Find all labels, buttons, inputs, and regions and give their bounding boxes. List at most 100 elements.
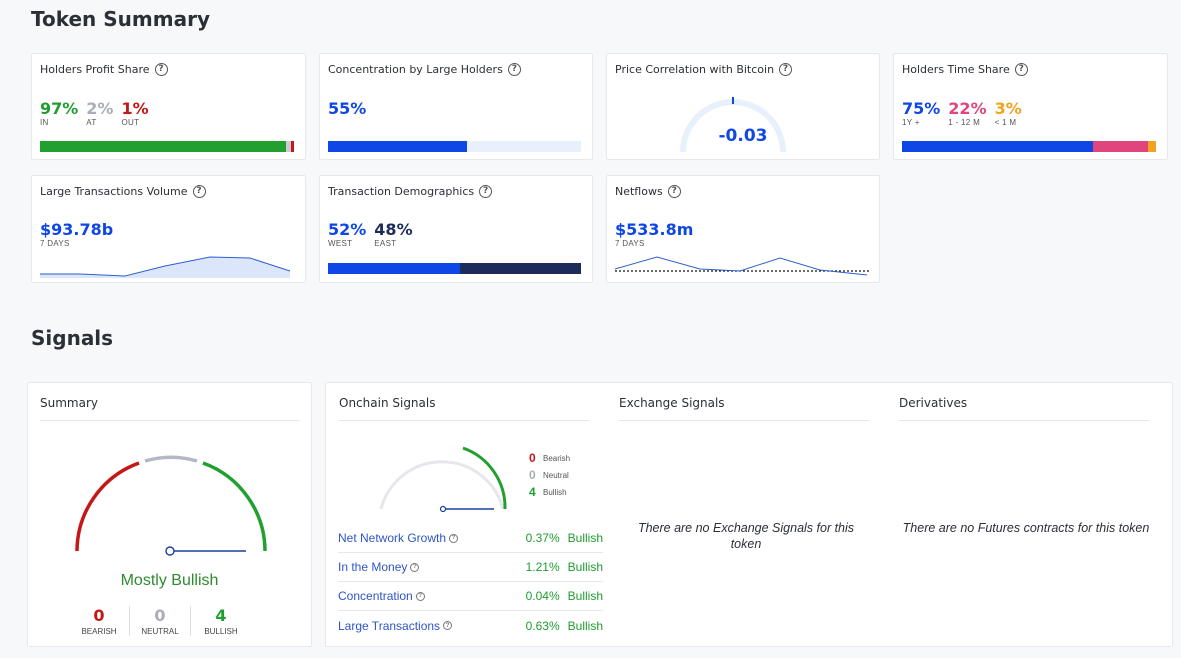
- card-title: Price Correlation with Bitcoin: [615, 63, 775, 76]
- signal-row: In the Money? 1.21% Bullish: [338, 553, 603, 582]
- question-circle-icon[interactable]: ?: [479, 185, 493, 198]
- signal-row: Large Transactions? 0.63% Bullish: [338, 611, 603, 640]
- onchain-neutral-count: 0: [529, 468, 536, 482]
- signals-summary-card: Summary Mostly Bullish 0 BEARISH 0 NEUTRAL…: [27, 382, 312, 647]
- derivatives-empty-message: There are no Futures contracts for this …: [902, 521, 1150, 535]
- signal-row-value: 1.21%: [525, 560, 560, 574]
- time-long-label: 1Y +: [902, 118, 920, 127]
- summary-counts: 0 BEARISH 0 NEUTRAL 4 BULLISH: [69, 606, 251, 636]
- exchange-empty-message: There are no Exchange Signals for this t…: [637, 521, 855, 551]
- profit-out-segment: [291, 141, 294, 152]
- signal-row-name[interactable]: Concentration: [338, 589, 413, 603]
- signal-row-label: Bullish: [567, 589, 603, 603]
- card-title: Netflows: [615, 185, 663, 198]
- profit-in-value: 97%: [40, 99, 79, 118]
- signal-row-value: 0.37%: [525, 531, 560, 545]
- netflows-card: Netflows ? $533.8m 7 DAYS: [606, 175, 880, 283]
- neutral-label: NEUTRAL: [141, 627, 179, 636]
- signal-row-label: Bullish: [567, 618, 603, 633]
- question-circle-icon[interactable]: ?: [1014, 63, 1028, 76]
- time-long-value: 75%: [902, 99, 941, 118]
- concentration-bar: [328, 141, 581, 152]
- signal-row: Net Network Growth? 0.37% Bullish: [338, 524, 603, 553]
- question-circle-icon[interactable]: ?: [154, 63, 168, 76]
- onchain-bullish-count: 4: [529, 485, 536, 499]
- large-tx-card: Large Transactions Volume ? $93.78b 7 DA…: [31, 175, 306, 283]
- summary-title: Summary: [40, 396, 98, 410]
- bullish-count: 4: [215, 606, 227, 625]
- netflows-sparkline: [615, 256, 869, 276]
- signal-row-value: 0.63%: [525, 618, 560, 633]
- signal-row-label: Bullish: [567, 531, 603, 545]
- signal-row-name[interactable]: Net Network Growth: [338, 531, 446, 545]
- time-short-label: < 1 M: [994, 118, 1017, 127]
- onchain-legend: 0 Bearish 0 Neutral 4 Bullish: [529, 451, 570, 499]
- onchain-neutral-label: Neutral: [543, 470, 569, 480]
- holders-time-card: Holders Time Share ? 75% 1Y + 22% 1 - 12 M…: [893, 53, 1168, 160]
- concentration-fill: [328, 141, 468, 152]
- question-circle-icon[interactable]: ?: [449, 533, 459, 543]
- time-short-value: 3%: [994, 99, 1022, 118]
- holders-profit-card: Holders Profit Share ? 97% IN 2% AT 1% OUT: [31, 53, 306, 160]
- signal-row-name[interactable]: In the Money: [338, 560, 407, 574]
- price-correlation-card: Price Correlation with Bitcoin ? -0.03: [606, 53, 880, 160]
- bearish-count: 0: [93, 606, 105, 625]
- demo-west-segment: [328, 263, 460, 274]
- onchain-title: Onchain Signals: [339, 396, 436, 410]
- demo-east-segment: [459, 263, 581, 274]
- profit-out-value: 1%: [121, 99, 149, 118]
- signals-heading: Signals: [31, 326, 114, 350]
- large-tx-sparkline: [40, 256, 291, 278]
- derivatives-title: Derivatives: [899, 396, 968, 410]
- summary-verdict: Mostly Bullish: [120, 572, 219, 589]
- card-title: Transaction Demographics: [328, 185, 475, 198]
- signal-row-label: Bullish: [567, 560, 603, 574]
- onchain-bearish-label: Bearish: [543, 453, 571, 463]
- onchain-gauge: [379, 446, 507, 513]
- gauge-bullish-arc: [202, 461, 267, 552]
- profit-out-label: OUT: [121, 118, 140, 127]
- time-long-segment: [902, 141, 1093, 152]
- netflows-value: $533.8m: [615, 220, 694, 239]
- signal-row-name[interactable]: Large Transactions: [338, 619, 440, 633]
- question-circle-icon[interactable]: ?: [443, 621, 453, 630]
- concentration-card: Concentration by Large Holders ? 55%: [319, 53, 593, 160]
- card-title: Holders Profit Share: [40, 63, 150, 76]
- demo-east-label: EAST: [374, 239, 397, 248]
- time-mid-value: 22%: [948, 99, 987, 118]
- gauge-bearish-arc: [75, 461, 140, 552]
- question-circle-icon[interactable]: ?: [415, 591, 425, 601]
- profit-at-value: 2%: [86, 99, 114, 118]
- netflows-period: 7 DAYS: [615, 239, 645, 248]
- profit-at-label: AT: [86, 118, 97, 127]
- gauge-neutral-arc: [144, 455, 198, 463]
- profit-in-segment: [40, 141, 287, 152]
- card-title: Concentration by Large Holders: [328, 63, 503, 76]
- correlation-value: -0.03: [718, 126, 768, 146]
- demo-west-label: WEST: [328, 239, 353, 248]
- bearish-label: BEARISH: [81, 627, 117, 636]
- bullish-label: BULLISH: [204, 627, 238, 636]
- card-title: Holders Time Share: [902, 63, 1010, 76]
- question-circle-icon[interactable]: ?: [192, 185, 206, 198]
- time-mid-label: 1 - 12 M: [948, 118, 981, 127]
- question-circle-icon[interactable]: ?: [779, 63, 793, 76]
- concentration-value: 55%: [328, 99, 367, 118]
- neutral-count: 0: [154, 606, 166, 625]
- demographics-card: Transaction Demographics ? 52% WEST 48% EA…: [319, 175, 593, 283]
- demo-west-value: 52%: [328, 220, 367, 239]
- time-share-bar: [902, 141, 1156, 152]
- onchain-bearish-count: 0: [529, 451, 536, 465]
- token-summary-heading: Token Summary: [31, 7, 210, 31]
- signal-row-value: 0.04%: [525, 589, 560, 603]
- question-circle-icon[interactable]: ?: [667, 185, 681, 198]
- question-circle-icon[interactable]: ?: [410, 562, 420, 572]
- question-circle-icon[interactable]: ?: [507, 63, 521, 76]
- large-tx-period: 7 DAYS: [40, 239, 70, 248]
- signal-row: Concentration? 0.04% Bullish: [338, 582, 603, 611]
- exchange-title: Exchange Signals: [619, 396, 725, 410]
- large-tx-value: $93.78b: [40, 220, 114, 239]
- card-title: Large Transactions Volume: [40, 185, 188, 198]
- demographics-bar: [328, 263, 581, 274]
- onchain-bullish-label: Bullish: [543, 487, 567, 497]
